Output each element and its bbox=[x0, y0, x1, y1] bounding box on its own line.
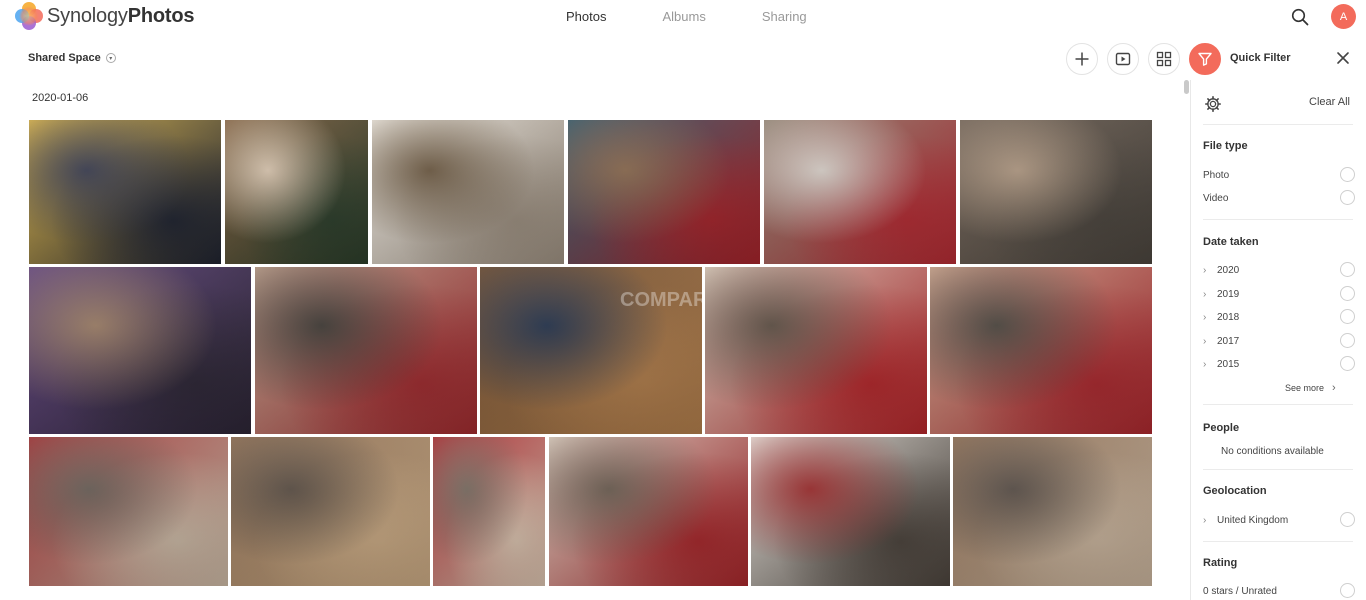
radio-button[interactable] bbox=[1340, 309, 1355, 324]
option-label: 2018 bbox=[1217, 311, 1240, 323]
divider bbox=[1203, 404, 1353, 405]
slideshow-button[interactable] bbox=[1107, 43, 1139, 75]
tab-albums[interactable]: Albums bbox=[662, 9, 705, 24]
file-type-title: File type bbox=[1203, 140, 1248, 152]
filter-option-2018[interactable]: › 2018 bbox=[1203, 309, 1355, 325]
chevron-right-icon[interactable]: › bbox=[1203, 515, 1217, 526]
radio-button[interactable] bbox=[1340, 286, 1355, 301]
filter-option-united-kingdom[interactable]: › United Kingdom bbox=[1203, 512, 1355, 528]
chevron-right-icon[interactable]: › bbox=[1203, 265, 1217, 276]
chevron-right-icon: › bbox=[1332, 382, 1336, 394]
quick-filter-title: Quick Filter bbox=[1230, 52, 1291, 64]
option-label: United Kingdom bbox=[1217, 514, 1289, 526]
space-selector[interactable]: Shared Space ▾ bbox=[28, 52, 116, 64]
photo-thumbnail[interactable] bbox=[29, 437, 228, 586]
search-icon[interactable] bbox=[1290, 7, 1310, 27]
filter-option-2020[interactable]: › 2020 bbox=[1203, 262, 1355, 278]
divider bbox=[1203, 124, 1353, 125]
radio-button[interactable] bbox=[1340, 190, 1355, 205]
plus-icon bbox=[1075, 52, 1089, 66]
logo-flower-icon bbox=[15, 2, 43, 30]
option-label: Video bbox=[1203, 192, 1229, 204]
date-heading: 2020-01-06 bbox=[32, 92, 89, 104]
chevron-right-icon[interactable]: › bbox=[1203, 289, 1217, 300]
option-label: Photo bbox=[1203, 169, 1230, 181]
photo-thumbnail[interactable] bbox=[764, 120, 956, 264]
option-label: 2019 bbox=[1217, 288, 1240, 300]
filter-icon bbox=[1198, 52, 1212, 66]
radio-button[interactable] bbox=[1340, 262, 1355, 277]
photo-thumbnail[interactable] bbox=[751, 437, 950, 586]
synology-photos-logo[interactable]: SynologyPhotos bbox=[15, 2, 194, 30]
photo-thumbnail[interactable]: COMPARES bbox=[480, 267, 702, 434]
brand-light: Synology bbox=[47, 4, 128, 27]
photo-thumbnail[interactable] bbox=[953, 437, 1152, 586]
brand-bold: Photos bbox=[127, 4, 195, 27]
option-label: 2020 bbox=[1217, 264, 1240, 276]
space-selector-label: Shared Space bbox=[28, 52, 101, 64]
option-label: 0 stars / Unrated bbox=[1203, 585, 1277, 597]
photo-thumbnail[interactable] bbox=[372, 120, 564, 264]
geolocation-title: Geolocation bbox=[1203, 485, 1267, 497]
filter-option-2017[interactable]: › 2017 bbox=[1203, 333, 1355, 349]
app-brand: SynologyPhotos bbox=[47, 5, 194, 28]
quick-filter-panel: Clear All File type Photo Video Date tak… bbox=[1190, 80, 1366, 600]
photo-thumbnail[interactable] bbox=[549, 437, 748, 586]
photo-thumbnail[interactable] bbox=[225, 120, 368, 264]
photo-thumbnail[interactable] bbox=[568, 120, 760, 264]
filter-option-photo[interactable]: Photo bbox=[1203, 167, 1355, 183]
date-taken-title: Date taken bbox=[1203, 236, 1259, 248]
clear-all-link[interactable]: Clear All bbox=[1309, 96, 1350, 108]
quick-filter-button[interactable] bbox=[1189, 43, 1221, 75]
people-title: People bbox=[1203, 422, 1240, 434]
photo-thumbnail[interactable] bbox=[255, 267, 477, 434]
chevron-right-icon[interactable]: › bbox=[1203, 336, 1217, 347]
avatar[interactable]: A bbox=[1331, 4, 1356, 29]
radio-button[interactable] bbox=[1340, 356, 1355, 371]
photo-thumbnail[interactable] bbox=[930, 267, 1152, 434]
rating-title: Rating bbox=[1203, 557, 1238, 569]
add-button[interactable] bbox=[1066, 43, 1098, 75]
photo-thumbnail[interactable] bbox=[231, 437, 430, 586]
filter-option-unrated[interactable]: 0 stars / Unrated bbox=[1203, 583, 1355, 599]
tab-photos[interactable]: Photos bbox=[566, 9, 606, 24]
chevron-right-icon[interactable]: › bbox=[1203, 312, 1217, 323]
divider bbox=[1203, 469, 1353, 470]
close-icon[interactable] bbox=[1335, 50, 1351, 66]
see-more-label: See more bbox=[1285, 383, 1325, 393]
gear-icon[interactable] bbox=[1204, 95, 1222, 113]
app-header: SynologyPhotos Photos Albums Sharing A bbox=[0, 0, 1366, 36]
divider bbox=[1203, 219, 1353, 220]
radio-button[interactable] bbox=[1340, 333, 1355, 348]
filter-option-video[interactable]: Video bbox=[1203, 190, 1355, 206]
see-more-link[interactable]: See more › bbox=[1285, 382, 1336, 394]
filter-option-2019[interactable]: › 2019 bbox=[1203, 286, 1355, 302]
chevron-right-icon[interactable]: › bbox=[1203, 359, 1217, 370]
photo-thumbnail[interactable] bbox=[29, 267, 251, 434]
filter-option-2015[interactable]: › 2015 bbox=[1203, 356, 1355, 372]
photo-thumbnail[interactable] bbox=[433, 437, 545, 586]
radio-button[interactable] bbox=[1340, 583, 1355, 598]
photo-thumbnail[interactable] bbox=[29, 120, 221, 264]
main-tabs: Photos Albums Sharing bbox=[566, 9, 863, 24]
scrollbar-thumb[interactable] bbox=[1184, 80, 1189, 94]
photo-thumbnail[interactable] bbox=[705, 267, 927, 434]
divider bbox=[1203, 541, 1353, 542]
watermark: COMPARES bbox=[620, 289, 702, 311]
radio-button[interactable] bbox=[1340, 167, 1355, 182]
chevron-down-icon: ▾ bbox=[105, 53, 116, 63]
slideshow-icon bbox=[1115, 52, 1131, 66]
view-mode-button[interactable] bbox=[1148, 43, 1180, 75]
grid-view-icon bbox=[1156, 51, 1172, 67]
option-label: 2017 bbox=[1217, 335, 1240, 347]
people-empty-text: No conditions available bbox=[1221, 446, 1324, 457]
radio-button[interactable] bbox=[1340, 512, 1355, 527]
photo-thumbnail[interactable] bbox=[960, 120, 1152, 264]
option-label: 2015 bbox=[1217, 358, 1240, 370]
tab-sharing[interactable]: Sharing bbox=[762, 9, 807, 24]
